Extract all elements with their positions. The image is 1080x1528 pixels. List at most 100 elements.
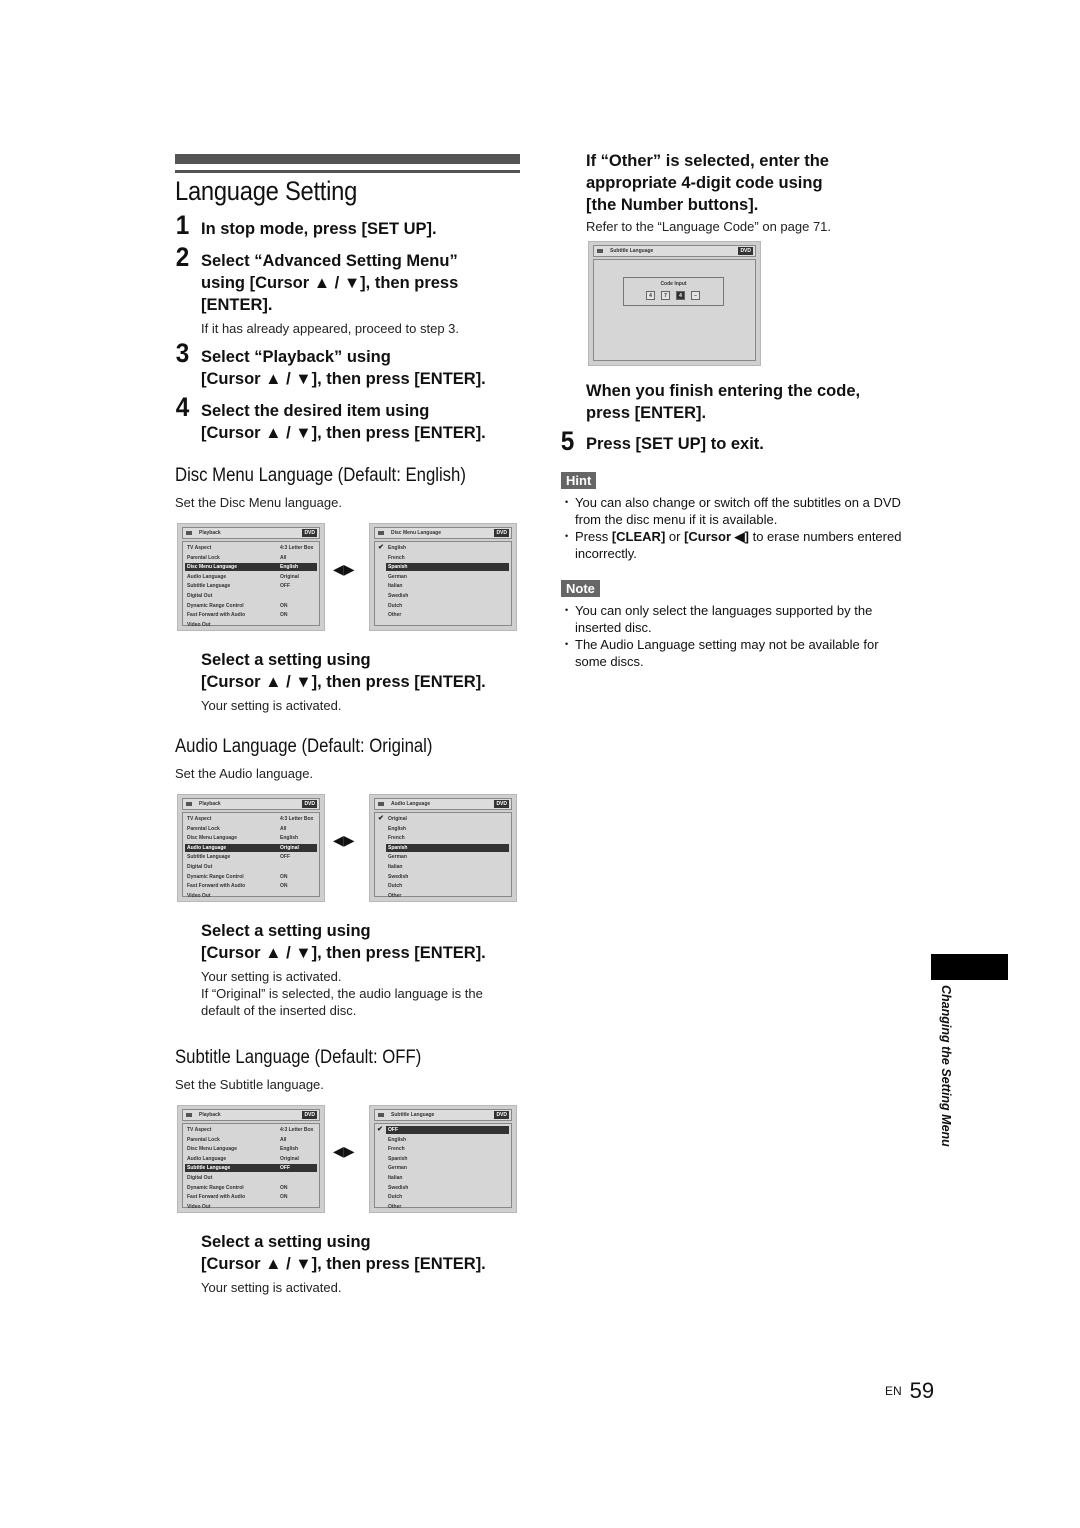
language-option[interactable]: German	[377, 573, 509, 581]
language-option[interactable]: Dutch	[377, 882, 509, 890]
section-heading: Audio Language (Default: Original)	[175, 736, 433, 757]
dvd-badge: DVD	[302, 529, 317, 537]
menu-row[interactable]: Dynamic Range Control ON	[185, 873, 317, 881]
language-option[interactable]: English	[377, 1136, 509, 1144]
menu-row-value: Original	[280, 573, 299, 580]
language-option[interactable]: Italian	[377, 1174, 509, 1182]
menu-row[interactable]: Fast Forward with Audio ON	[185, 1193, 317, 1201]
section-desc: Set the Disc Menu language.	[175, 495, 342, 510]
language-option[interactable]: Spanish	[377, 1155, 509, 1163]
menu-row[interactable]: Digital Out	[185, 1174, 317, 1182]
menu-row[interactable]: Video Out	[185, 1203, 317, 1211]
language-option[interactable]: Other	[377, 1203, 509, 1211]
menu-row[interactable]: Parental Lock All	[185, 825, 317, 833]
language-option[interactable]: Spanish	[386, 563, 509, 572]
language-option[interactable]: English	[377, 825, 509, 833]
language-option[interactable]: Dutch	[377, 1193, 509, 1201]
step-3: 3 Select “Playback” using [Cursor ▲ / ▼]…	[175, 340, 525, 390]
language-option[interactable]: German	[377, 1164, 509, 1172]
menu-row[interactable]: Fast Forward with Audio ON	[185, 882, 317, 890]
code-input-screen: Subtitle Language DVD Code Input 4 7 4–	[588, 241, 761, 366]
step-text: In stop mode, press [SET UP].	[201, 220, 437, 238]
menu-row[interactable]: Audio Language Original	[185, 1155, 317, 1163]
result-text: Your setting is activated.	[201, 969, 342, 984]
note-item: The Audio Language setting may not be av…	[561, 636, 906, 670]
screen-header: Subtitle Language DVD	[374, 1109, 512, 1121]
menu-row[interactable]: Parental Lock All	[185, 1136, 317, 1144]
language-option[interactable]: Swedish	[377, 1184, 509, 1192]
menu-row[interactable]: Dynamic Range Control ON	[185, 602, 317, 610]
dvd-badge: DVD	[302, 800, 317, 808]
menu-row[interactable]: TV Aspect 4:3 Letter Box	[185, 1126, 317, 1134]
language-option[interactable]: ✔ Original	[377, 815, 509, 823]
menu-row[interactable]: Digital Out	[185, 592, 317, 600]
menu-row-value: OFF	[280, 854, 290, 861]
language-option[interactable]: ✔ English	[377, 544, 509, 552]
language-option[interactable]: French	[377, 554, 509, 562]
hint-text: [Cursor ◀]	[684, 529, 749, 544]
code-digit: 4	[646, 291, 655, 300]
language-option[interactable]: Spanish	[386, 843, 509, 852]
menu-row[interactable]: Subtitle Language OFF	[185, 582, 317, 590]
language-option[interactable]: Dutch	[377, 602, 509, 610]
language-option-label: Dutch	[388, 602, 403, 609]
language-option-label: Other	[388, 892, 402, 899]
step-number: 1	[175, 210, 190, 240]
language-option[interactable]: French	[377, 1145, 509, 1153]
other-heading: If “Other” is selected, enter the approp…	[586, 150, 916, 235]
step-text: [Cursor ▲ / ▼], then press [ENTER].	[201, 370, 486, 388]
note-label: Note	[561, 580, 600, 597]
menu-row[interactable]: Disc Menu Language English	[185, 834, 317, 842]
step-number: 4	[175, 392, 190, 422]
language-option[interactable]: ✔ OFF	[377, 1126, 509, 1134]
menu-row[interactable]: Dynamic Range Control ON	[185, 1184, 317, 1192]
language-option-label: Italian	[388, 1175, 403, 1181]
result-text: Your setting is activated.	[201, 698, 342, 713]
menu-row-label: Digital Out	[187, 593, 213, 599]
language-option[interactable]: Swedish	[377, 592, 509, 600]
page-number-value: 59	[909, 1378, 935, 1403]
menu-row[interactable]: Audio Language Original	[185, 843, 317, 852]
step-text: using [Cursor ▲ / ▼], then press	[201, 274, 459, 292]
language-options-screen: Audio Language DVD ✔ Original English French…	[369, 794, 517, 902]
step-2: 2 Select “Advanced Setting Menu” using […	[175, 244, 525, 337]
page-lang: EN	[885, 1384, 902, 1398]
language-option[interactable]: Italian	[377, 863, 509, 871]
language-option[interactable]: German	[377, 853, 509, 861]
menu-row[interactable]: Disc Menu Language English	[185, 563, 317, 572]
playback-menu-screen: Playback DVD TV Aspect 4:3 Letter Box Paren…	[177, 794, 325, 902]
menu-row[interactable]: Audio Language Original	[185, 573, 317, 581]
menu-row[interactable]: Subtitle Language OFF	[185, 1164, 317, 1173]
screen-body: TV Aspect 4:3 Letter Box Parental Lock All D…	[182, 1123, 320, 1211]
code-input-label: Code Input	[660, 281, 687, 287]
section-instruction: Select a setting using [Cursor ▲ / ▼], t…	[201, 1231, 531, 1296]
menu-row[interactable]: TV Aspect 4:3 Letter Box	[185, 544, 317, 552]
menu-row[interactable]: Disc Menu Language English	[185, 1145, 317, 1153]
finish-instruction: When you finish entering the code, press…	[586, 380, 916, 424]
menu-row-label: Digital Out	[187, 1175, 213, 1181]
playback-icon	[186, 1113, 192, 1117]
menu-row[interactable]: Fast Forward with Audio ON	[185, 611, 317, 619]
screen-body: ✔ OFF English French Spanish German Italian Swe…	[374, 1123, 512, 1211]
language-option[interactable]: French	[377, 834, 509, 842]
language-option[interactable]: Italian	[377, 582, 509, 590]
hint-item: Press [CLEAR] or [Cursor ◀] to erase num…	[561, 528, 906, 562]
playback-icon	[378, 802, 384, 806]
menu-row[interactable]: Parental Lock All	[185, 554, 317, 562]
dvd-badge: DVD	[494, 529, 509, 537]
menu-row[interactable]: Digital Out	[185, 863, 317, 871]
code-digit: 4	[676, 291, 685, 300]
language-option[interactable]: Other	[377, 611, 509, 619]
menu-row[interactable]: Subtitle Language OFF	[185, 853, 317, 861]
menu-row[interactable]: Video Out	[185, 892, 317, 900]
menu-row-value: English	[280, 835, 299, 842]
instruction-line: [Cursor ▲ / ▼], then press [ENTER].	[201, 1255, 486, 1273]
menu-row[interactable]: Video Out	[185, 621, 317, 629]
dvd-badge: DVD	[494, 800, 509, 808]
language-option[interactable]: Swedish	[377, 873, 509, 881]
playback-menu-screen: Playback DVD TV Aspect 4:3 Letter Box Paren…	[177, 1105, 325, 1213]
step-1: 1 In stop mode, press [SET UP].	[175, 212, 525, 240]
menu-row-value: ON	[280, 1184, 288, 1191]
menu-row[interactable]: TV Aspect 4:3 Letter Box	[185, 815, 317, 823]
language-option[interactable]: Other	[377, 892, 509, 900]
